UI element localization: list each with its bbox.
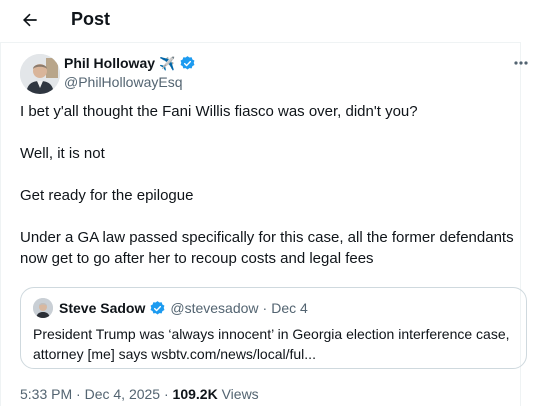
separator: · xyxy=(76,386,81,402)
author-name[interactable]: Phil Holloway ✈️ xyxy=(64,55,196,72)
post-meta: 5:33 PM · Dec 4, 2025 · 109.2K Views xyxy=(20,385,259,403)
header: Post xyxy=(0,0,549,40)
more-horizontal-icon xyxy=(514,61,528,65)
quote-text: President Trump was ‘always innocent’ in… xyxy=(33,326,510,362)
divider-left xyxy=(0,42,1,406)
author-handle[interactable]: @PhilHollowayEsq xyxy=(64,74,182,91)
arrow-left-icon xyxy=(23,13,37,27)
post-line: Under a GA law passed specifically for t… xyxy=(20,229,514,267)
views-label: Views xyxy=(221,386,259,402)
views-count: 109.2K xyxy=(172,386,218,402)
quoted-post[interactable]: Steve Sadow @stevesadow · Dec 4 Presiden… xyxy=(20,287,527,369)
quote-author-handle[interactable]: @stevesadow xyxy=(170,300,258,317)
more-options-button[interactable] xyxy=(510,54,532,72)
post-page: Post Phil Holloway ✈️ @PhilHollowayEsq I xyxy=(0,0,549,406)
quote-author-name[interactable]: Steve Sadow xyxy=(59,300,145,317)
author-name-text: Phil Holloway xyxy=(64,55,156,71)
page-title: Post xyxy=(71,9,111,29)
author-avatar[interactable] xyxy=(20,54,60,94)
post-line: Get ready for the epilogue xyxy=(20,187,194,204)
divider xyxy=(0,42,520,43)
verified-badge-icon xyxy=(180,56,195,70)
verified-badge-icon xyxy=(150,301,165,315)
separator: · xyxy=(262,300,268,316)
back-button[interactable] xyxy=(18,8,42,32)
airplane-emoji: ✈️ xyxy=(159,56,176,71)
quote-avatar xyxy=(33,298,53,318)
post-line: Well, it is not xyxy=(20,145,105,162)
post-time[interactable]: 5:33 PM xyxy=(20,386,72,402)
avatar-photo xyxy=(20,54,60,94)
post-text: I bet y'all thought the Fani Willis fias… xyxy=(20,101,520,269)
quote-header: Steve Sadow @stevesadow · Dec 4 xyxy=(59,300,308,317)
post-line: I bet y'all thought the Fani Willis fias… xyxy=(20,103,418,120)
post-date[interactable]: Dec 4, 2025 xyxy=(85,386,161,402)
quote-avatar-photo xyxy=(33,298,53,318)
separator: · xyxy=(163,386,169,402)
quote-date[interactable]: Dec 4 xyxy=(271,300,308,317)
